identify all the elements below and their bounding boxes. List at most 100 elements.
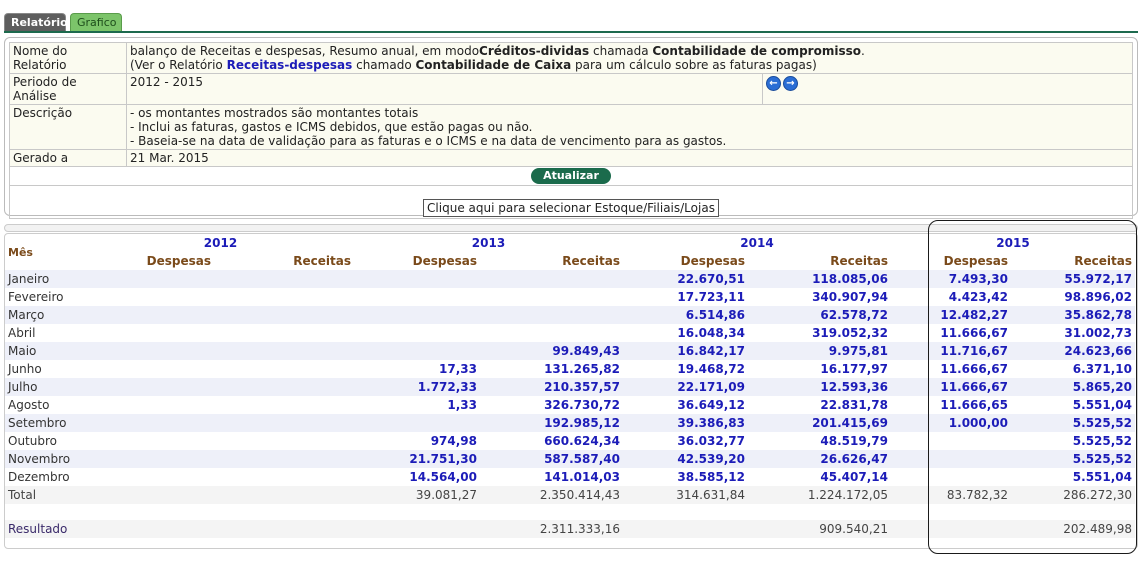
amount-cell[interactable]: 24.623,66: [1011, 342, 1135, 360]
select-stock-branches-button[interactable]: Clique aqui para selecionar Estoque/Fili…: [423, 199, 719, 217]
amount-cell[interactable]: [214, 306, 354, 324]
amount-cell[interactable]: 141.014,03: [480, 468, 623, 486]
amount-cell[interactable]: 5.525,52: [1011, 432, 1135, 450]
amount-cell[interactable]: 39.386,83: [623, 414, 748, 432]
amount-cell[interactable]: 6.514,86: [623, 306, 748, 324]
amount-cell[interactable]: 17,33: [354, 360, 480, 378]
amount-cell[interactable]: [87, 288, 214, 306]
amount-cell[interactable]: 35.862,78: [1011, 306, 1135, 324]
amount-cell[interactable]: 326.730,72: [480, 396, 623, 414]
amount-cell[interactable]: [87, 270, 214, 288]
tab-relatorio[interactable]: Relatório: [4, 13, 68, 32]
amount-cell[interactable]: 16.842,17: [623, 342, 748, 360]
amount-cell[interactable]: [891, 468, 1011, 486]
amount-cell[interactable]: [214, 468, 354, 486]
amount-cell[interactable]: 6.371,10: [1011, 360, 1135, 378]
amount-cell[interactable]: 62.578,72: [748, 306, 891, 324]
amount-cell[interactable]: 131.265,82: [480, 360, 623, 378]
amount-cell[interactable]: [354, 414, 480, 432]
amount-cell[interactable]: 118.085,06: [748, 270, 891, 288]
amount-cell[interactable]: 974,98: [354, 432, 480, 450]
amount-cell[interactable]: 11.666,67: [891, 360, 1011, 378]
amount-cell[interactable]: 98.896,02: [1011, 288, 1135, 306]
amount-cell[interactable]: 11.666,67: [891, 324, 1011, 342]
amount-cell[interactable]: [214, 324, 354, 342]
amount-cell[interactable]: 5.551,04: [1011, 396, 1135, 414]
amount-cell[interactable]: 22.171,09: [623, 378, 748, 396]
amount-cell[interactable]: 4.423,42: [891, 288, 1011, 306]
amount-cell[interactable]: [480, 324, 623, 342]
amount-cell[interactable]: [354, 324, 480, 342]
amount-cell[interactable]: 1.000,00: [891, 414, 1011, 432]
amount-cell[interactable]: [87, 432, 214, 450]
amount-cell[interactable]: [214, 270, 354, 288]
amount-cell[interactable]: 12.482,27: [891, 306, 1011, 324]
amount-cell[interactable]: 17.723,11: [623, 288, 748, 306]
amount-cell[interactable]: 38.585,12: [623, 468, 748, 486]
amount-cell[interactable]: 9.975,81: [748, 342, 891, 360]
amount-cell[interactable]: [87, 414, 214, 432]
amount-cell[interactable]: [214, 378, 354, 396]
amount-cell[interactable]: 22.831,78: [748, 396, 891, 414]
amount-cell[interactable]: [354, 270, 480, 288]
amount-cell[interactable]: [87, 396, 214, 414]
amount-cell[interactable]: [480, 306, 623, 324]
link-receitas-despesas[interactable]: Receitas-despesas: [227, 58, 353, 72]
amount-cell[interactable]: 26.626,47: [748, 450, 891, 468]
amount-cell[interactable]: 11.666,65: [891, 396, 1011, 414]
amount-cell[interactable]: [87, 324, 214, 342]
amount-cell[interactable]: 7.493,30: [891, 270, 1011, 288]
amount-cell[interactable]: 5.551,04: [1011, 468, 1135, 486]
amount-cell[interactable]: 210.357,57: [480, 378, 623, 396]
amount-cell[interactable]: [214, 432, 354, 450]
amount-cell[interactable]: [87, 378, 214, 396]
amount-cell[interactable]: 12.593,36: [748, 378, 891, 396]
amount-cell[interactable]: [214, 414, 354, 432]
amount-cell[interactable]: 19.468,72: [623, 360, 748, 378]
amount-cell[interactable]: 1.772,33: [354, 378, 480, 396]
amount-cell[interactable]: 36.649,12: [623, 396, 748, 414]
amount-cell[interactable]: 5.525,52: [1011, 414, 1135, 432]
next-period-icon[interactable]: →: [783, 76, 798, 91]
amount-cell[interactable]: 99.849,43: [480, 342, 623, 360]
amount-cell[interactable]: 660.624,34: [480, 432, 623, 450]
amount-cell[interactable]: [354, 342, 480, 360]
amount-cell[interactable]: [354, 288, 480, 306]
amount-cell[interactable]: 55.972,17: [1011, 270, 1135, 288]
amount-cell[interactable]: 319.052,32: [748, 324, 891, 342]
amount-cell[interactable]: [214, 288, 354, 306]
amount-cell[interactable]: 16.048,34: [623, 324, 748, 342]
amount-cell[interactable]: 14.564,00: [354, 468, 480, 486]
amount-cell[interactable]: 48.519,79: [748, 432, 891, 450]
amount-cell[interactable]: 340.907,94: [748, 288, 891, 306]
amount-cell[interactable]: [87, 468, 214, 486]
amount-cell[interactable]: [87, 306, 214, 324]
amount-cell[interactable]: 11.666,67: [891, 378, 1011, 396]
amount-cell[interactable]: 22.670,51: [623, 270, 748, 288]
amount-cell[interactable]: [214, 342, 354, 360]
amount-cell[interactable]: [87, 342, 214, 360]
tab-grafico[interactable]: Grafico: [70, 13, 122, 32]
update-button[interactable]: Atualizar: [531, 168, 611, 184]
amount-cell[interactable]: 201.415,69: [748, 414, 891, 432]
amount-cell[interactable]: 16.177,97: [748, 360, 891, 378]
amount-cell[interactable]: 5.525,52: [1011, 450, 1135, 468]
previous-period-icon[interactable]: ←: [766, 76, 781, 91]
amount-cell[interactable]: 36.032,77: [623, 432, 748, 450]
amount-cell[interactable]: [891, 432, 1011, 450]
amount-cell[interactable]: [214, 396, 354, 414]
amount-cell[interactable]: 192.985,12: [480, 414, 623, 432]
amount-cell[interactable]: 21.751,30: [354, 450, 480, 468]
amount-cell[interactable]: [480, 288, 623, 306]
amount-cell[interactable]: 587.587,40: [480, 450, 623, 468]
amount-cell[interactable]: 45.407,14: [748, 468, 891, 486]
amount-cell[interactable]: [214, 360, 354, 378]
amount-cell[interactable]: 5.865,20: [1011, 378, 1135, 396]
amount-cell[interactable]: 42.539,20: [623, 450, 748, 468]
amount-cell[interactable]: [214, 450, 354, 468]
amount-cell[interactable]: [354, 306, 480, 324]
amount-cell[interactable]: 1,33: [354, 396, 480, 414]
amount-cell[interactable]: [87, 450, 214, 468]
amount-cell[interactable]: [480, 270, 623, 288]
amount-cell[interactable]: [891, 450, 1011, 468]
